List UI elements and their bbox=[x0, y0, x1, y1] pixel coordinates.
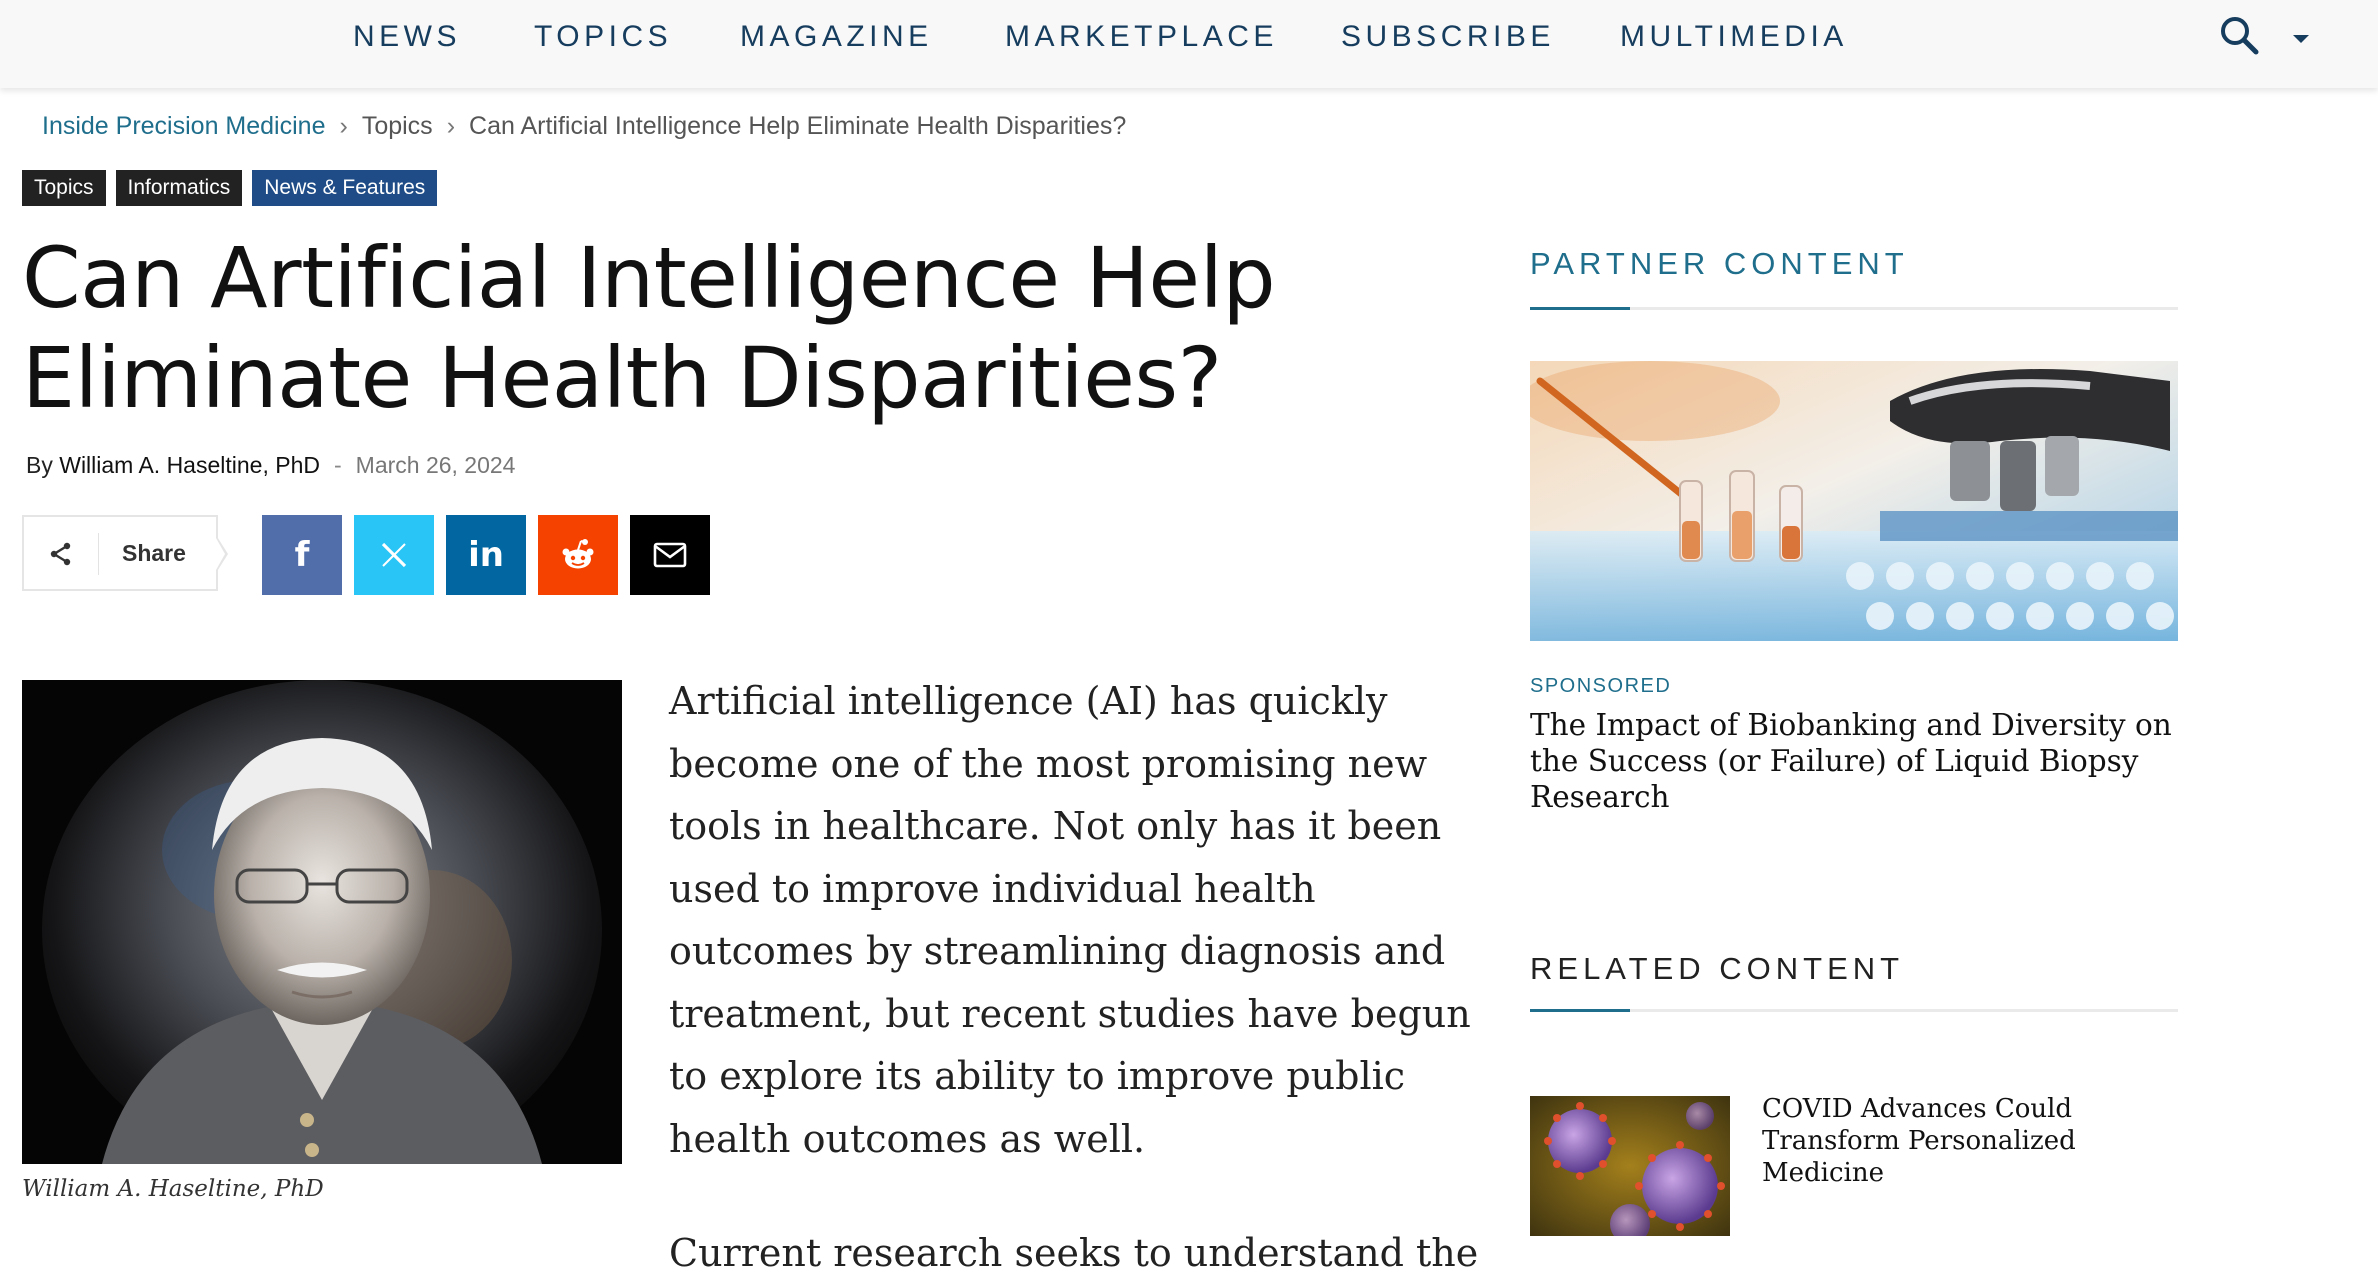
nav-item-multimedia[interactable]: MULTIMEDIA bbox=[1620, 20, 1848, 54]
linkedin-icon: in bbox=[468, 535, 504, 575]
heading-accent-bar bbox=[1530, 1009, 1630, 1012]
email-icon bbox=[653, 542, 687, 568]
top-navigation: NEWS TOPICS MAGAZINE MARKETPLACE SUBSCRI… bbox=[0, 0, 2378, 88]
byline-prefix: By bbox=[26, 452, 53, 478]
related-content-heading: RELATED CONTENT bbox=[1530, 951, 1905, 986]
author-portrait-illustration bbox=[22, 680, 622, 1164]
tag-informatics[interactable]: Informatics bbox=[115, 170, 243, 206]
author-link[interactable]: William A. Haseltine, PhD bbox=[59, 452, 320, 478]
linkedin-share-button[interactable]: in bbox=[446, 515, 526, 595]
category-tags: Topics Informatics News & Features bbox=[22, 170, 438, 206]
caret-down-icon[interactable] bbox=[2290, 28, 2312, 50]
related-item-link[interactable]: COVID Advances Could Transform Personali… bbox=[1762, 1093, 2182, 1189]
microscope-lab-illustration bbox=[1530, 361, 2178, 641]
tag-news-features[interactable]: News & Features bbox=[252, 170, 438, 206]
breadcrumb-topics-link[interactable]: Topics bbox=[362, 112, 433, 140]
article-paragraph: Artificial intelligence (AI) has quickly… bbox=[669, 679, 1471, 1161]
tag-topics[interactable]: Topics bbox=[22, 170, 106, 206]
share-divider bbox=[98, 533, 99, 575]
byline: By William A. Haseltine, PhD - March 26, 2… bbox=[26, 452, 515, 479]
share-toggle[interactable]: Share bbox=[22, 515, 218, 591]
nav-item-news[interactable]: NEWS bbox=[353, 20, 461, 54]
facebook-share-button[interactable]: f bbox=[262, 515, 342, 595]
related-item-image[interactable] bbox=[1530, 1096, 1730, 1236]
heading-accent-bar bbox=[1530, 307, 1630, 310]
byline-dash: - bbox=[333, 452, 342, 478]
nav-item-topics[interactable]: TOPICS bbox=[534, 20, 672, 54]
share-icon bbox=[50, 542, 71, 566]
author-portrait-image bbox=[22, 680, 622, 1164]
breadcrumb-current: Can Artificial Intelligence Help Elimina… bbox=[469, 112, 1127, 140]
share-pointer-fill bbox=[216, 538, 225, 570]
sponsored-label: SPONSORED bbox=[1530, 675, 1672, 697]
partner-content-heading: PARTNER CONTENT bbox=[1530, 246, 1909, 281]
partner-content-link[interactable]: The Impact of Biobanking and Diversity o… bbox=[1530, 707, 2190, 815]
nav-item-subscribe[interactable]: SUBSCRIBE bbox=[1341, 20, 1555, 54]
email-share-button[interactable] bbox=[630, 515, 710, 595]
breadcrumb-separator: › bbox=[446, 112, 456, 140]
x-twitter-icon bbox=[381, 542, 407, 568]
reddit-icon bbox=[562, 539, 594, 569]
breadcrumb-separator: › bbox=[339, 112, 348, 140]
virus-illustration bbox=[1530, 1096, 1730, 1236]
reddit-share-button[interactable] bbox=[538, 515, 618, 595]
breadcrumb-home-link[interactable]: Inside Precision Medicine bbox=[42, 112, 325, 140]
partner-heading-rule bbox=[1530, 307, 2178, 310]
image-caption: William A. Haseltine, PhD bbox=[22, 1176, 324, 1202]
nav-item-magazine[interactable]: MAGAZINE bbox=[740, 20, 933, 54]
publish-date: March 26, 2024 bbox=[355, 452, 516, 478]
search-icon[interactable] bbox=[2218, 14, 2262, 58]
breadcrumb: Inside Precision Medicine › Topics › Can Art… bbox=[42, 112, 1126, 141]
share-label: Share bbox=[122, 540, 186, 566]
article-paragraph: Current research seeks to understand the bbox=[669, 1231, 1479, 1275]
facebook-icon: f bbox=[294, 535, 310, 575]
partner-content-image[interactable] bbox=[1530, 361, 2178, 641]
x-share-button[interactable] bbox=[354, 515, 434, 595]
article-title: Can Artificial Intelligence Help Elimina… bbox=[22, 229, 1276, 427]
related-heading-rule bbox=[1530, 1009, 2178, 1012]
nav-item-marketplace[interactable]: MARKETPLACE bbox=[1005, 20, 1278, 54]
